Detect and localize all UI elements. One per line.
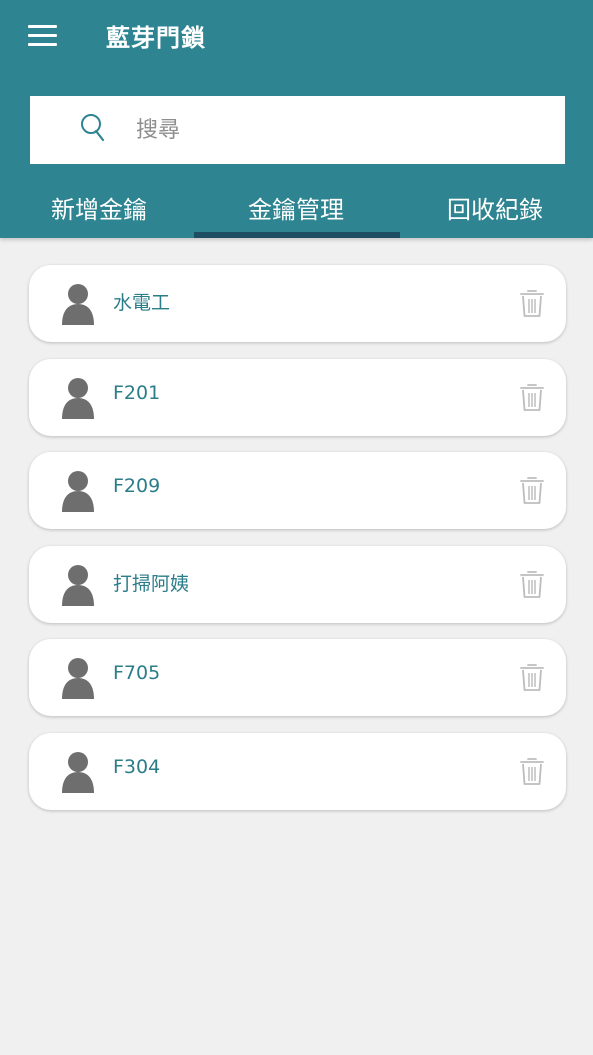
key-name: F304 [113,755,161,778]
tab-key-management[interactable]: 金鑰管理 [197,190,395,238]
hamburger-menu-icon[interactable] [28,25,58,47]
key-list-item[interactable]: 打掃阿姨 [29,545,566,623]
user-icon [62,751,94,793]
trash-icon[interactable] [519,288,545,318]
trash-icon[interactable] [519,756,545,786]
trash-icon[interactable] [519,569,545,599]
key-name: F201 [113,381,161,404]
app-header: 藍芽門鎖 新增金鑰 金鑰管理 回收紀錄 [0,0,593,238]
menu-bar [28,43,57,46]
key-list-item[interactable]: 水電工 [29,265,566,342]
key-list: 水電工 F201 F209 打掃阿姨 F705 F304 [29,265,566,826]
trash-icon[interactable] [519,382,545,412]
key-name: 水電工 [113,292,171,314]
key-list-item[interactable]: F201 [29,358,566,436]
trash-icon[interactable] [519,662,545,692]
menu-bar [28,25,57,28]
key-list-item[interactable]: F209 [29,452,566,529]
user-icon [62,658,94,699]
page-title: 藍芽門鎖 [106,24,206,52]
tab-recycle-history[interactable]: 回收紀錄 [396,190,593,238]
search-icon [81,114,105,142]
app-screen: 藍芽門鎖 新增金鑰 金鑰管理 回收紀錄 水電工 [0,0,593,1055]
user-icon [62,377,94,419]
trash-icon[interactable] [519,475,545,505]
search-input[interactable] [136,114,556,146]
key-name: 打掃阿姨 [113,572,190,595]
user-icon [62,564,94,606]
key-name: F209 [113,475,161,497]
key-name: F705 [113,662,161,684]
menu-bar [28,34,57,37]
user-icon [62,471,94,512]
tab-add-key[interactable]: 新增金鑰 [0,190,198,238]
user-icon [62,284,94,325]
active-tab-indicator [194,232,400,238]
key-list-item[interactable]: F304 [29,732,566,810]
search-bar[interactable] [30,96,565,164]
key-list-item[interactable]: F705 [29,639,566,716]
